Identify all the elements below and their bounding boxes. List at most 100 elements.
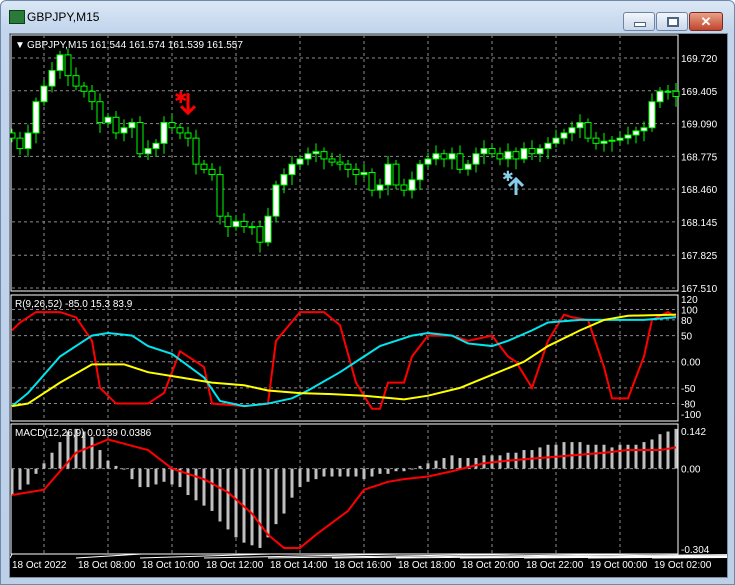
candle-body <box>616 137 624 141</box>
candle-body <box>232 220 240 228</box>
candle-body <box>472 153 480 165</box>
macd-bar <box>474 457 478 469</box>
candle-body <box>24 132 32 150</box>
time-axis-label: 18 Oct 20:00 <box>462 560 520 571</box>
candle-body <box>520 148 528 160</box>
candle-body <box>320 151 328 160</box>
rsi-line-2 <box>11 313 677 408</box>
macd-bar <box>594 444 598 469</box>
macd-bar <box>210 468 214 511</box>
rsi-tick-label: 100 <box>681 305 698 316</box>
pane-border-2 <box>10 423 679 555</box>
candle-body <box>264 215 272 243</box>
macd-tick-label: 0.00 <box>681 465 701 476</box>
macd-bar <box>402 468 406 472</box>
candle-body <box>440 153 448 160</box>
candle-body <box>416 163 424 181</box>
macd-bar <box>274 468 278 525</box>
candle-body <box>288 163 296 176</box>
candle-body <box>216 174 224 217</box>
macd-bar <box>266 468 270 538</box>
candle-body <box>632 130 640 136</box>
candle-body <box>384 163 392 186</box>
time-axis-label: 18 Oct 12:00 <box>206 560 264 571</box>
macd-bar <box>634 444 638 469</box>
candle-body <box>96 101 104 124</box>
candle-body <box>272 184 280 217</box>
maximize-button[interactable] <box>656 12 688 31</box>
window-title: GBPJPY,M15 <box>27 10 100 24</box>
macd-bar <box>370 468 374 477</box>
time-axis-label: 18 Oct 08:00 <box>78 560 136 571</box>
macd-bar <box>626 444 630 469</box>
macd-bar <box>98 450 102 469</box>
price-tick-label: 169.720 <box>681 54 718 65</box>
macd-bar <box>250 468 254 546</box>
macd-bar <box>306 468 310 482</box>
macd-bar <box>658 434 662 469</box>
chart-area[interactable]: 169.720 169.405 169.090 168.775 168.460 168.1… <box>9 33 728 578</box>
candle-body <box>576 122 584 129</box>
macd-bar <box>314 468 318 480</box>
candle-body <box>48 69 56 87</box>
price-tick-label: 169.405 <box>681 87 718 98</box>
minimize-icon <box>634 22 646 27</box>
collapse-triangle-icon: ▼ <box>15 40 25 51</box>
candle-body <box>488 148 496 155</box>
symbol-label: GBPJPY,M15 <box>27 40 88 51</box>
close-button[interactable]: ✕ <box>689 12 723 31</box>
macd-bar <box>234 468 238 538</box>
time-axis-label: 19 Oct 02:00 <box>654 560 712 571</box>
macd-bar <box>394 468 398 472</box>
time-axis-label: 19 Oct 00:00 <box>590 560 648 571</box>
candle-body <box>344 163 352 170</box>
candle-body <box>224 215 232 228</box>
candle-body <box>672 90 680 98</box>
rsi-tick-label: 120 <box>681 295 698 306</box>
macd-bar <box>154 468 158 485</box>
candle-body <box>656 90 664 103</box>
chart-window-icon <box>9 10 25 24</box>
macd-bar <box>354 468 358 477</box>
macd-bar <box>642 442 646 469</box>
time-axis-label: 18 Oct 22:00 <box>526 560 584 571</box>
candle-body <box>664 90 672 93</box>
price-tick-label: 167.510 <box>681 284 718 295</box>
macd-title: MACD(12,26,9) 0.0139 0.0386 <box>15 428 152 439</box>
macd-bar <box>450 455 454 469</box>
candle-body <box>56 54 64 71</box>
macd-bar <box>34 468 38 474</box>
pane-border-0 <box>10 34 679 292</box>
price-tick-label: 167.825 <box>681 251 718 262</box>
candle-body <box>600 140 608 144</box>
candle-body <box>88 90 96 103</box>
candle-body <box>248 226 256 229</box>
candle-body <box>328 158 336 163</box>
candle-body <box>592 137 600 144</box>
rsi-tick-label: 0.00 <box>681 358 701 369</box>
macd-bar <box>434 460 438 469</box>
candle-body <box>480 148 488 155</box>
candle-body <box>424 158 432 165</box>
minimize-button[interactable] <box>623 12 655 31</box>
macd-bar <box>114 465 118 469</box>
candle-body <box>312 151 320 155</box>
time-axis-label: 18 Oct 2022 <box>12 560 67 571</box>
chart-svg[interactable]: 169.720 169.405 169.090 168.775 168.460 168.1… <box>10 34 727 577</box>
macd-bar <box>50 452 54 469</box>
macd-bar <box>426 463 430 469</box>
candle-body <box>280 174 288 186</box>
price-tick-label: 169.090 <box>681 120 718 131</box>
time-axis-label: 18 Oct 18:00 <box>398 560 456 571</box>
rsi-tick-label: -50 <box>681 384 696 395</box>
candle-body <box>408 179 416 191</box>
macd-bar <box>298 468 302 488</box>
macd-bar <box>602 444 606 469</box>
macd-bar <box>442 457 446 469</box>
macd-bar <box>410 468 414 470</box>
candle-body <box>128 122 136 129</box>
rsi-tick-label: -100 <box>681 410 701 421</box>
macd-bar <box>674 428 678 469</box>
candle-body <box>504 151 512 160</box>
macd-bar <box>170 468 174 485</box>
